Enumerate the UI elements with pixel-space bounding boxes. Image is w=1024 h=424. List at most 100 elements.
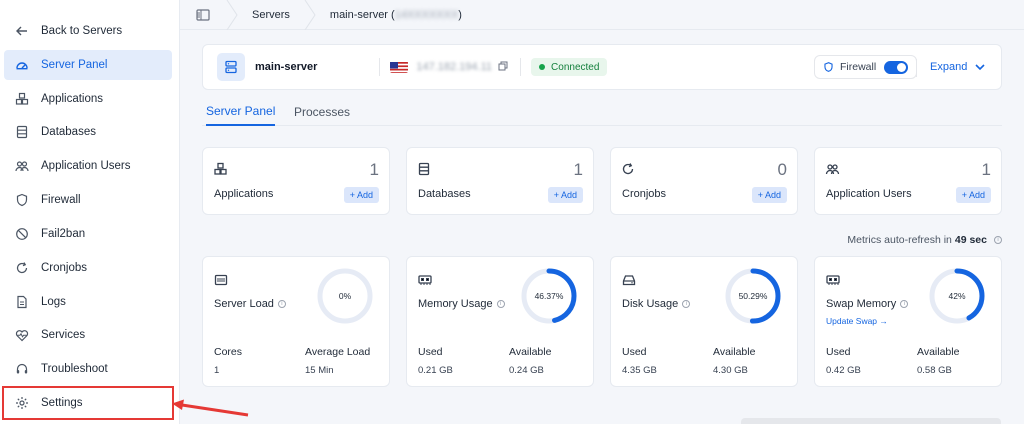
divider: [379, 58, 381, 76]
sidebar-item-label: Troubleshoot: [41, 363, 108, 375]
stat-card-cronjobs: 0 Cronjobs + Add: [610, 147, 798, 215]
breadcrumb-current: main-server (14XXXXXXX): [316, 0, 476, 30]
add-cronjob-button[interactable]: + Add: [751, 187, 787, 203]
database-icon: [15, 125, 29, 139]
tab-processes[interactable]: Processes: [294, 98, 350, 126]
metric-label-text: Swap Memory: [826, 298, 897, 310]
stat-label: Databases: [418, 188, 471, 200]
cpu-icon: [214, 273, 228, 291]
metric-donut: 42%: [929, 268, 985, 324]
us-flag-icon: [390, 61, 409, 73]
status-dot-icon: [539, 64, 546, 70]
expand-label: Expand: [930, 61, 968, 73]
donut-label: 42%: [948, 291, 965, 301]
cubes-icon: [15, 92, 29, 106]
refresh-icon: [15, 261, 29, 275]
sidebar-item-label: Settings: [41, 397, 83, 409]
donut-label: 50.29%: [739, 291, 768, 301]
cubes-icon: [213, 162, 228, 181]
expand-button[interactable]: Expand: [930, 55, 985, 79]
sidebar-item-application-users[interactable]: Application Users: [4, 151, 172, 181]
firewall-toggle[interactable]: [884, 60, 909, 74]
metric-card-disk-usage: Disk Usage i 50.29% Used 4.35 GB Availabl…: [610, 256, 798, 387]
gear-icon: [15, 396, 29, 410]
sidebar-item-settings[interactable]: Settings: [2, 386, 174, 420]
metric-col2-header: Available: [713, 346, 756, 358]
info-icon: i: [496, 300, 505, 308]
heartbeat-icon: [15, 328, 29, 342]
metric-card-memory-usage: Memory Usage i 46.37% Used 0.21 GB Availa…: [406, 256, 594, 387]
hdd-icon: [622, 273, 636, 291]
annotation-arrow: [172, 399, 249, 417]
metric-card-swap-memory: Swap Memory i Update Swap → 42% Used 0.42…: [814, 256, 1002, 387]
sidebar-item-label: Logs: [41, 296, 66, 308]
sidebar-item-cronjobs[interactable]: Cronjobs: [4, 253, 172, 283]
refresh-value: 49 sec: [954, 234, 987, 246]
metric-col1-header: Used: [622, 346, 647, 358]
tab-bar: Server Panel Processes: [202, 98, 1002, 126]
info-icon: i: [994, 236, 1002, 244]
sidebar-item-firewall[interactable]: Firewall: [4, 185, 172, 215]
memory-icon: [418, 273, 432, 291]
donut-label: 0%: [339, 291, 352, 301]
metric-label-text: Memory Usage: [418, 298, 493, 310]
scroll-bar[interactable]: [741, 418, 1001, 424]
metric-donut: 0%: [317, 268, 373, 324]
database-icon: [417, 162, 431, 181]
metric-col2-value: 0.24 GB: [509, 365, 544, 376]
metric-col1-value: 0.42 GB: [826, 365, 861, 376]
sidebar-item-troubleshoot[interactable]: Troubleshoot: [4, 354, 172, 384]
metric-col1-header: Used: [826, 346, 851, 358]
sidebar-item-logs[interactable]: Logs: [4, 287, 172, 317]
add-database-button[interactable]: + Add: [547, 187, 583, 203]
sidebar-toggle-icon[interactable]: [180, 8, 226, 21]
sidebar-item-services[interactable]: Services: [4, 320, 172, 350]
shield-icon: [823, 61, 834, 73]
copy-icon[interactable]: [498, 58, 508, 76]
sidebar-item-fail2ban[interactable]: Fail2ban: [4, 219, 172, 249]
stat-card-databases: 1 Databases + Add: [406, 147, 594, 215]
breadcrumb-servers[interactable]: Servers: [238, 0, 304, 30]
stat-count: 0: [777, 160, 787, 179]
metric-label: Disk Usage i: [622, 298, 691, 310]
add-application-button[interactable]: + Add: [343, 187, 379, 203]
update-swap-link[interactable]: Update Swap →: [826, 316, 888, 326]
metric-col1-value: 4.35 GB: [622, 365, 657, 376]
refresh-icon: [621, 162, 635, 181]
firewall-toggle-box[interactable]: Firewall: [814, 55, 918, 79]
metric-col2-value: 4.30 GB: [713, 365, 748, 376]
metric-col2-header: Available: [917, 346, 960, 358]
ban-icon: [15, 227, 29, 241]
sidebar-item-label: Applications: [41, 93, 104, 105]
metric-col1-header: Used: [418, 346, 443, 358]
metric-col1-header: Cores: [214, 346, 243, 358]
sidebar-item-label: Databases: [41, 126, 96, 138]
tab-server-panel[interactable]: Server Panel: [206, 98, 276, 126]
sidebar-item-server-panel[interactable]: Server Panel: [4, 50, 172, 80]
metric-label-text: Disk Usage: [622, 298, 679, 310]
metric-label-text: Server Load: [214, 298, 274, 310]
sidebar-item-label: Cronjobs: [41, 262, 88, 274]
refresh-prefix: Metrics auto-refresh in: [847, 234, 952, 246]
sidebar-item-back-to-servers[interactable]: Back to Servers: [4, 16, 172, 46]
sidebar-item-databases[interactable]: Databases: [4, 117, 172, 147]
sidebar-item-label: Firewall: [41, 194, 81, 206]
stat-label: Cronjobs: [622, 188, 667, 200]
metric-donut: 50.29%: [725, 268, 781, 324]
stat-count: 1: [981, 160, 991, 179]
divider: [520, 58, 522, 76]
users-icon: [15, 159, 29, 173]
users-icon: [825, 162, 840, 181]
breadcrumb: Servers main-server (14XXXXXXX): [180, 0, 1024, 30]
stat-card-applications: 1 Applications + Add: [202, 147, 390, 215]
metric-label: Swap Memory i: [826, 298, 909, 310]
metric-donut: 46.37%: [521, 268, 577, 324]
server-ip: 147.182.194.11: [416, 61, 493, 73]
breadcrumb-current-label: main-server (: [329, 8, 395, 21]
server-header-card: main-server 147.182.194.11 Connected Fir…: [202, 44, 1002, 90]
add-application-user-button[interactable]: + Add: [955, 187, 991, 203]
stat-card-application-users: 1 Application Users + Add: [814, 147, 1002, 215]
sidebar-item-applications[interactable]: Applications: [4, 84, 172, 114]
sidebar: Back to Servers Server Panel Application…: [0, 0, 180, 424]
metric-col2-value: 0.58 GB: [917, 365, 952, 376]
